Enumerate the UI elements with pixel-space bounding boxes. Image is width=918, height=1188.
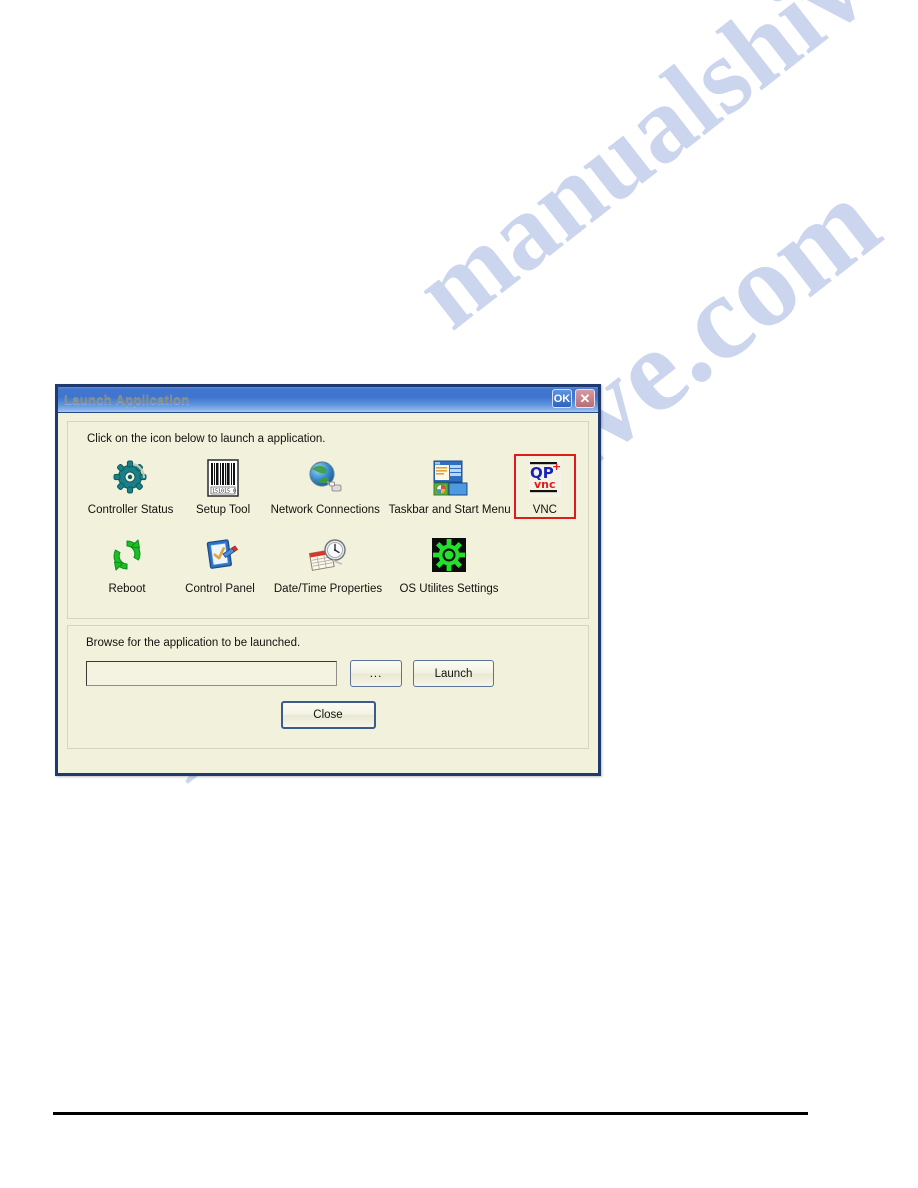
application-path-input[interactable]	[86, 661, 337, 686]
barcode-icon: 151015 0	[201, 456, 245, 500]
page-watermark-top: manualshive.com	[393, 0, 918, 352]
launch-item-label: VNC	[532, 504, 557, 516]
titlebar-ok-button[interactable]: OK	[552, 389, 572, 408]
launch-item-label: Date/Time Properties	[273, 583, 383, 595]
browse-group: Browse for the application to be launche…	[67, 625, 589, 749]
launch-item-label: Setup Tool	[195, 504, 251, 516]
checklist-pen-icon	[198, 533, 242, 577]
titlebar-close-icon[interactable]: ✕	[575, 389, 595, 408]
launch-item-controller-status[interactable]: Controller Status	[80, 454, 181, 519]
launch-item-os-utilites-settings[interactable]: OS Utilites Settings	[390, 531, 508, 598]
launch-item-label: Network Connections	[270, 504, 380, 516]
globe-network-icon	[303, 456, 347, 500]
browse-ellipsis-button[interactable]: ...	[350, 660, 402, 687]
launch-item-setup-tool[interactable]: 151015 0 Setup Tool	[181, 454, 265, 519]
svg-text:151015 0: 151015 0	[212, 489, 236, 495]
launch-item-vnc[interactable]: QP + vnc VNC	[513, 454, 576, 519]
launch-item-label: Control Panel	[185, 583, 255, 595]
icon-row-1: Controller Status 151015 0 Setup Tool Ne…	[80, 454, 576, 519]
svg-text:+: +	[552, 460, 561, 473]
launch-item-date-time-properties[interactable]: Date/Time Properties	[266, 531, 390, 598]
launch-item-control-panel[interactable]: Control Panel	[174, 531, 266, 598]
footer-divider	[53, 1112, 808, 1115]
launch-item-label: Taskbar and Start Menu	[388, 504, 511, 516]
browse-instruction-text: Browse for the application to be launche…	[86, 637, 301, 649]
calendar-clock-icon	[306, 533, 350, 577]
dialog-titlebar: Launch Application OK ✕	[58, 387, 598, 413]
gear-icon	[109, 456, 153, 500]
launch-item-label: Controller Status	[87, 504, 174, 516]
dialog-body: Click on the icon below to launch a appl…	[58, 413, 598, 773]
green-gear-square-icon	[427, 533, 471, 577]
close-button[interactable]: Close	[280, 701, 376, 729]
launch-item-label: OS Utilites Settings	[399, 583, 499, 595]
launch-item-reboot[interactable]: Reboot	[80, 531, 174, 598]
titlebar-button-group: OK ✕	[552, 389, 595, 408]
icon-row-2: Reboot Control Panel Date/Time Propertie…	[80, 531, 576, 598]
launch-item-label: Reboot	[108, 583, 146, 595]
qp-vnc-icon: QP + vnc	[523, 456, 567, 500]
refresh-arrows-icon	[105, 533, 149, 577]
launch-item-network-connections[interactable]: Network Connections	[265, 454, 386, 519]
launch-item-taskbar-start-menu[interactable]: Taskbar and Start Menu	[386, 454, 514, 519]
browse-input-row: ... Launch	[86, 660, 576, 687]
taskbar-window-icon	[428, 456, 472, 500]
launch-application-dialog: Launch Application OK ✕ Click on the ico…	[55, 384, 601, 776]
launch-button[interactable]: Launch	[413, 660, 494, 687]
svg-text:vnc: vnc	[534, 478, 556, 491]
icon-hint-text: Click on the icon below to launch a appl…	[87, 433, 326, 445]
dialog-title: Launch Application	[64, 392, 190, 407]
icon-launcher-group: Click on the icon below to launch a appl…	[67, 421, 589, 619]
